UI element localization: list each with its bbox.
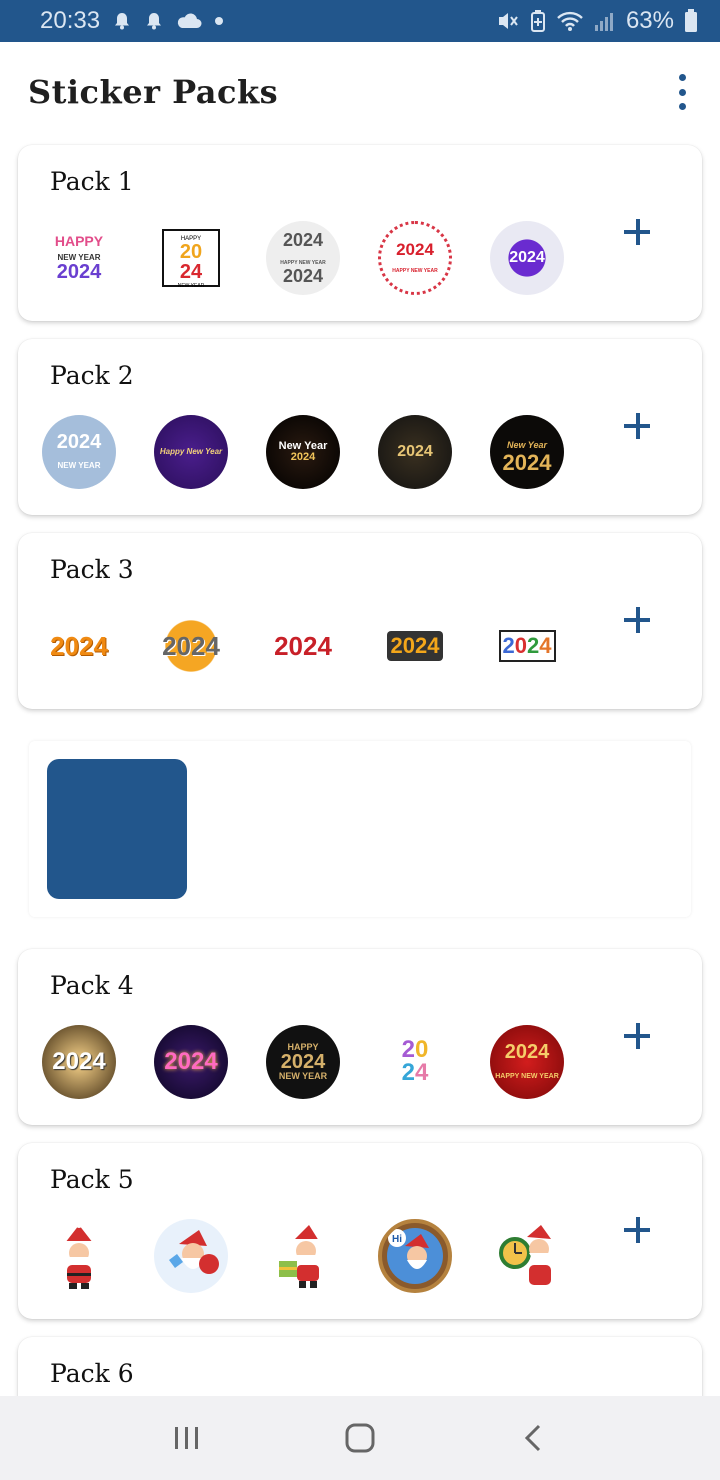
wifi-icon: [556, 10, 584, 32]
sticker-preview: 2024: [490, 609, 564, 683]
ad-banner[interactable]: [29, 741, 691, 917]
dot-icon: [214, 16, 224, 26]
pack-title: Pack 2: [50, 361, 134, 390]
svg-text:24: 24: [180, 261, 203, 283]
santa-sticker: [266, 1219, 340, 1293]
pack-card-2[interactable]: Pack 2 2024 NEW YEAR Happy New Year New Y…: [18, 339, 702, 515]
pack-card-1[interactable]: Pack 1 HAPPY NEW YEAR 2024 HAPPY 20 24 NEW YE…: [18, 145, 702, 321]
sticker-preview: 2024 HAPPY NEW YEAR: [490, 1025, 564, 1099]
sticker-preview: HAPPY2024NEW YEAR: [154, 221, 228, 295]
sticker-preview: 2024: [378, 609, 452, 683]
sticker-preview: 2024: [274, 631, 332, 661]
santa-sticker: [154, 1219, 228, 1293]
cloud-icon: [176, 12, 202, 30]
pack-card-4[interactable]: Pack 4 2024 2024 HAPPY 2024 NEW YEAR 20 24 …: [18, 949, 702, 1125]
back-icon[interactable]: [503, 1408, 563, 1468]
add-pack-button[interactable]: [620, 603, 656, 639]
sticker-preview: HAPPY2024NEW YEAR: [266, 1025, 340, 1099]
battery-icon: [684, 9, 698, 33]
sticker-preview-row: Hi: [42, 1219, 564, 1293]
home-icon[interactable]: [330, 1408, 390, 1468]
status-time: 20:33: [40, 7, 101, 34]
signal-icon: [594, 10, 616, 32]
system-nav-bar: [0, 1396, 720, 1480]
pack-title: Pack 6: [50, 1359, 134, 1388]
sticker-preview: 2024: [378, 415, 452, 489]
sticker-preview-row: 2024 2024 HAPPY 2024 NEW YEAR 20 24 2024 HAP…: [42, 1025, 564, 1099]
sticker-preview-row: 2024 2024 2024 2024 2024: [42, 609, 564, 683]
pack-card-3[interactable]: Pack 3 2024 2024 2024 2024 2024: [18, 533, 702, 709]
pack-title: Pack 3: [50, 555, 134, 584]
sticker-preview: 2024 HAPPY NEW YEAR 2024: [266, 221, 340, 295]
mute-icon: [496, 10, 520, 32]
sticker-hi-text: Hi: [392, 1234, 402, 1245]
sticker-preview: 2024: [50, 631, 108, 661]
sticker-preview: New Year 2024: [490, 415, 564, 489]
app-bar: Sticker Packs: [0, 42, 720, 142]
sticker-preview: HAPPY NEW YEAR 2024: [54, 233, 104, 283]
pack-card-5[interactable]: Pack 5 Hi: [18, 1143, 702, 1319]
battery-percent: 63%: [625, 7, 674, 34]
more-vert-icon[interactable]: [670, 74, 694, 110]
ad-image-placeholder: [47, 759, 187, 899]
santa-sticker: [490, 1219, 564, 1293]
pack-title: Pack 1: [50, 167, 134, 196]
sticker-preview: 2024 HAPPY NEW YEAR: [378, 221, 452, 295]
svg-text:NEW YEAR: NEW YEAR: [178, 283, 205, 289]
sticker-preview-row: 2024 NEW YEAR Happy New Year New Year 2024…: [42, 415, 564, 489]
santa-sticker: [42, 1219, 116, 1293]
add-pack-button[interactable]: [620, 409, 656, 445]
sticker-preview: Happy New Year: [154, 415, 228, 489]
pack-title: Pack 5: [50, 1165, 134, 1194]
sticker-preview: 2024 NEW YEAR: [42, 415, 116, 489]
status-bar: 20:33 63%: [0, 0, 720, 42]
sticker-preview: 2024: [154, 609, 228, 683]
page-title: Sticker Packs: [28, 73, 279, 111]
pack-title: Pack 4: [50, 971, 134, 1000]
add-pack-button[interactable]: [620, 1019, 656, 1055]
santa-sticker: Hi: [378, 1219, 452, 1293]
battery-saver-icon: [530, 10, 546, 32]
svg-text:20: 20: [180, 241, 202, 263]
bell-icon: [112, 11, 132, 31]
sticker-preview: 2024: [154, 1025, 228, 1099]
sticker-preview: 2024: [401, 1036, 429, 1086]
add-pack-button[interactable]: [620, 1213, 656, 1249]
sticker-preview: New Year 2024: [266, 415, 340, 489]
bell-icon: [144, 11, 164, 31]
sticker-preview-row: HAPPY NEW YEAR 2024 HAPPY 20 24 NEW YEAR 2024…: [42, 221, 564, 295]
sticker-preview: 2024: [490, 221, 564, 295]
add-pack-button[interactable]: [620, 215, 656, 251]
sticker-preview: 2024: [42, 1025, 116, 1099]
recent-apps-icon[interactable]: [157, 1408, 217, 1468]
